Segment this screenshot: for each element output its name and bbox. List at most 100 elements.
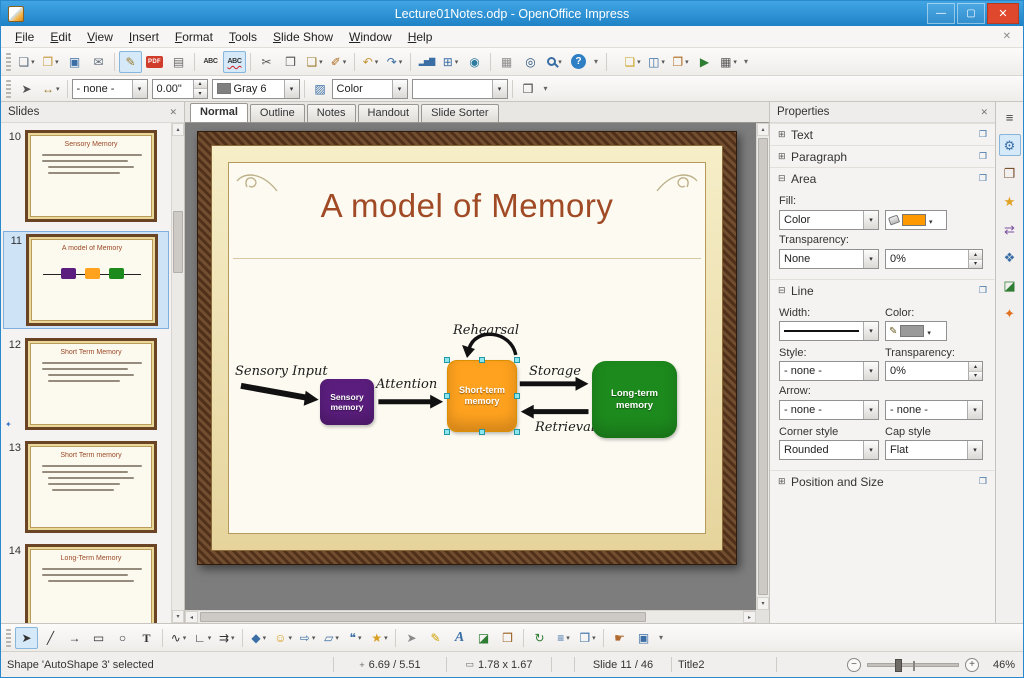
custom-animation-icon[interactable]: ★	[999, 190, 1021, 212]
slide[interactable]: A model of Memory Sensory Input Attentio…	[197, 131, 737, 565]
label-rehearsal[interactable]: Rehearsal	[453, 323, 519, 338]
slide-thumbnail[interactable]: 14 Long-Term Memory	[3, 542, 169, 623]
autospellcheck-icon[interactable]: ABC	[223, 50, 246, 73]
view-tab[interactable]: Notes	[306, 104, 356, 122]
fill-color-button[interactable]	[885, 210, 947, 230]
toolbar-grip[interactable]	[6, 628, 11, 647]
toolbar-grip[interactable]	[6, 52, 11, 71]
print-icon[interactable]: ▤	[167, 51, 190, 73]
transparency-spinner[interactable]: 0%	[885, 249, 983, 269]
line-style-select[interactable]: - none -	[71, 78, 148, 99]
scroll-down-icon[interactable]	[757, 597, 769, 610]
clone-formatting-icon[interactable]: ✐	[327, 51, 350, 73]
new-document-icon[interactable]: ❏	[15, 51, 38, 73]
rectangle-icon[interactable]: ▭	[87, 627, 110, 649]
sidebar-menu-icon[interactable]: ≡	[999, 106, 1021, 128]
scrollbar-thumb[interactable]	[758, 138, 768, 595]
ellipse-icon[interactable]: ○	[111, 627, 134, 649]
zoom-out-button[interactable]: −	[847, 657, 861, 672]
scrollbar-thumb[interactable]	[173, 211, 183, 273]
hyperlink-icon[interactable]: ◉	[463, 51, 486, 73]
curve-icon[interactable]: ∿	[167, 627, 190, 649]
section-position-size[interactable]: ⊞ Position and Size ❐	[770, 470, 995, 492]
scrollbar-thumb[interactable]	[200, 612, 646, 622]
spelling-icon[interactable]: ABC	[199, 51, 222, 73]
expand-icon[interactable]: ⊞	[778, 151, 791, 162]
selection-handle[interactable]	[514, 357, 520, 363]
points-icon[interactable]: ➤	[400, 627, 423, 649]
glue-points-icon[interactable]: ✎	[424, 627, 447, 649]
slide-layout-icon[interactable]: ◫	[645, 51, 668, 73]
selection-handle[interactable]	[479, 357, 485, 363]
scroll-down-icon[interactable]	[172, 610, 184, 623]
slide-11-thumb[interactable]: A model of Memory	[26, 234, 158, 326]
slide-thumbnail[interactable]: 10 Sensory Memory	[3, 128, 169, 224]
insert-table-icon[interactable]: ⊞	[439, 51, 462, 73]
toolbar-options-button[interactable]: ▾	[590, 57, 602, 66]
label-sensory-input[interactable]: Sensory Input	[235, 364, 328, 379]
from-file-icon[interactable]: ◪	[472, 627, 495, 649]
zoom-level[interactable]: 46%	[979, 659, 1023, 671]
connector-icon[interactable]: ∟	[191, 627, 214, 649]
flowchart-icon[interactable]: ▱	[320, 627, 343, 649]
toolbar-grip[interactable]	[6, 79, 11, 98]
selection-handle[interactable]	[479, 429, 485, 435]
arrow-end-select[interactable]: - none -	[885, 400, 983, 420]
dialog-launcher-icon[interactable]: ❐	[979, 129, 987, 140]
slide-thumbnail[interactable]: 12 ✦ Short Term Memory	[3, 336, 169, 432]
zoom-slider-thumb[interactable]	[895, 658, 902, 672]
menu-item[interactable]: Help	[400, 27, 441, 47]
sensory-memory-box[interactable]: Sensory memory	[320, 379, 374, 425]
shadow-icon[interactable]: ❒	[517, 78, 540, 100]
fill-color-select[interactable]	[411, 78, 508, 99]
collapse-icon[interactable]: ⊟	[778, 285, 791, 296]
slide-10-thumb[interactable]: Sensory Memory	[25, 130, 157, 222]
object-size[interactable]: ▭ 1.78 x 1.67	[447, 659, 551, 671]
horizontal-scrollbar[interactable]	[185, 610, 756, 623]
fill-type-select[interactable]: Color	[779, 210, 879, 230]
styles-icon[interactable]: ❖	[999, 246, 1021, 268]
block-arrows-icon[interactable]: ⇨	[296, 627, 319, 649]
gallery-icon[interactable]: ❒	[496, 627, 519, 649]
extrusion-icon[interactable]: ▣	[632, 627, 655, 649]
zoom-slider[interactable]	[867, 658, 959, 672]
dialog-launcher-icon[interactable]: ❐	[979, 151, 987, 162]
zoom-in-button[interactable]: +	[965, 657, 979, 672]
interaction-icon[interactable]: ☛	[608, 627, 631, 649]
zoom-icon[interactable]	[543, 51, 566, 73]
label-retrieval[interactable]: Retrieval	[535, 420, 595, 435]
line-icon[interactable]: ╱	[39, 627, 62, 649]
expand-icon[interactable]: ⊞	[778, 476, 791, 487]
section-line[interactable]: ⊟ Line ❐	[770, 279, 995, 301]
view-tab[interactable]: Outline	[249, 104, 305, 122]
slide-transition-icon[interactable]: ⇄	[999, 218, 1021, 240]
slide-12-thumb[interactable]: Short Term Memory	[25, 338, 157, 430]
slide-counter[interactable]: Slide 11 / 46	[575, 659, 671, 671]
line-style-select[interactable]: - none -	[779, 361, 879, 381]
long-term-memory-box[interactable]: Long-term memory	[592, 361, 677, 438]
close-panel-icon[interactable]: ✕	[169, 107, 177, 118]
slide-show-icon[interactable]: ▶	[693, 51, 716, 73]
scroll-right-icon[interactable]	[743, 611, 756, 623]
slide-14-thumb[interactable]: Long-Term Memory	[25, 544, 157, 623]
cap-style-select[interactable]: Flat	[885, 440, 983, 460]
arrowheads-icon[interactable]: ↔	[39, 78, 63, 100]
export-pdf-icon[interactable]: PDF	[143, 51, 166, 73]
master-pages-icon[interactable]: ❐	[999, 162, 1021, 184]
line-width-input[interactable]: 0.00"	[151, 78, 208, 99]
fill-type-select[interactable]: Color	[331, 78, 408, 99]
text-icon[interactable]: T	[135, 627, 158, 649]
corner-style-select[interactable]: Rounded	[779, 440, 879, 460]
help-icon[interactable]: ?	[567, 51, 590, 73]
view-tab[interactable]: Slide Sorter	[421, 104, 499, 122]
edit-file-icon[interactable]: ✎	[119, 50, 142, 73]
line-color-button[interactable]: ✎	[885, 321, 947, 341]
line-width-select[interactable]	[779, 321, 879, 341]
copy-icon[interactable]: ❒	[279, 51, 302, 73]
arrow-start-select[interactable]: - none -	[779, 400, 879, 420]
dialog-launcher-icon[interactable]: ❐	[979, 173, 987, 184]
selection-handle[interactable]	[514, 393, 520, 399]
menu-item[interactable]: Format	[167, 27, 221, 47]
view-tab[interactable]: Handout	[357, 104, 420, 122]
align-icon[interactable]: ≡	[552, 627, 575, 649]
